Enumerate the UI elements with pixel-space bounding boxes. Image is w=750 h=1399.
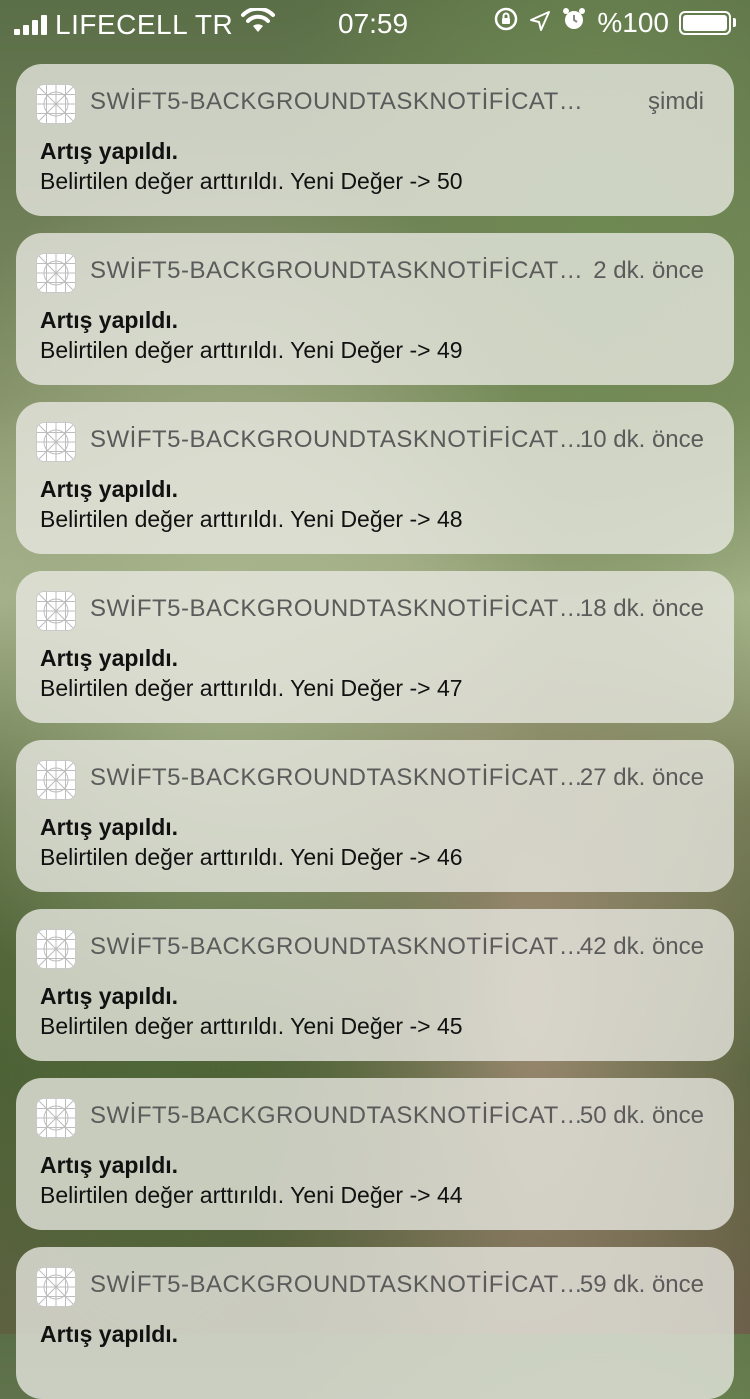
carrier-label: LIFECELL TR bbox=[55, 8, 234, 40]
rotation-lock-icon bbox=[493, 6, 519, 39]
notification-app-name: SWİFT5-BACKGROUNDTASKNOTİFİCATİ... bbox=[90, 764, 586, 791]
notification-time: şimdi bbox=[647, 88, 704, 115]
app-icon bbox=[36, 84, 76, 124]
notification-title: Artış yapıldı. bbox=[40, 476, 179, 502]
notification-body: Belirtilen değer arttırıldı. Yeni Değer … bbox=[40, 168, 463, 194]
alarm-icon bbox=[561, 6, 587, 39]
notification-app-name: SWİFT5-BACKGROUNDTASKNOTİFİCATİ... bbox=[90, 1271, 586, 1298]
notification-time: 42 dk. önce bbox=[579, 933, 704, 960]
app-icon bbox=[36, 929, 76, 969]
notification-card[interactable]: SWİFT5-BACKGROUNDTASKNOTİFİCATİ... 27 dk… bbox=[16, 740, 734, 892]
wifi-icon bbox=[241, 6, 276, 41]
app-icon bbox=[36, 253, 76, 293]
app-icon bbox=[36, 1267, 76, 1307]
notification-card[interactable]: SWİFT5-BACKGROUNDTASKNOTİFİCATİ... 50 dk… bbox=[16, 1078, 734, 1230]
notification-app-name: SWİFT5-BACKGROUNDTASKNOTİFİCATİ... bbox=[90, 595, 586, 622]
notification-title: Artış yapıldı. bbox=[40, 645, 179, 671]
notification-time: 10 dk. önce bbox=[579, 426, 704, 453]
notification-app-name: SWİFT5-BACKGROUNDTASKNOTİFİCATİON bbox=[90, 88, 586, 115]
app-icon bbox=[36, 760, 76, 800]
notification-title: Artış yapıldı. bbox=[40, 138, 179, 164]
notification-card[interactable]: SWİFT5-BACKGROUNDTASKNOTİFİCATİ... 59 dk… bbox=[16, 1247, 734, 1399]
app-icon bbox=[36, 422, 76, 462]
notification-time: 27 dk. önce bbox=[579, 764, 704, 791]
location-icon bbox=[529, 7, 551, 39]
notification-time: 2 dk. önce bbox=[593, 257, 704, 284]
notification-app-name: SWİFT5-BACKGROUNDTASKNOTİFİCATİON bbox=[90, 257, 586, 284]
status-bar-right: %100 bbox=[493, 6, 736, 39]
notification-time: 18 dk. önce bbox=[579, 595, 704, 622]
notification-title: Artış yapıldı. bbox=[40, 983, 179, 1009]
notification-card[interactable]: SWİFT5-BACKGROUNDTASKNOTİFİCATİ... 18 dk… bbox=[16, 571, 734, 723]
notification-body: Belirtilen değer arttırıldı. Yeni Değer … bbox=[40, 844, 463, 870]
app-icon bbox=[36, 591, 76, 631]
notification-body: Belirtilen değer arttırıldı. Yeni Değer … bbox=[40, 506, 463, 532]
notification-title: Artış yapıldı. bbox=[40, 1152, 179, 1178]
notification-card[interactable]: SWİFT5-BACKGROUNDTASKNOTİFİCATİ... 10 dk… bbox=[16, 402, 734, 554]
notification-body: Belirtilen değer arttırıldı. Yeni Değer … bbox=[40, 337, 463, 363]
notification-body: Belirtilen değer arttırıldı. Yeni Değer … bbox=[40, 1182, 463, 1208]
status-bar-left: LIFECELL TR bbox=[14, 6, 276, 41]
notification-title: Artış yapıldı. bbox=[40, 814, 179, 840]
clock: 07:59 bbox=[338, 8, 409, 39]
battery-percent: %100 bbox=[597, 6, 669, 38]
status-bar: LIFECELL TR 07:59 %100 bbox=[0, 0, 750, 48]
notification-app-name: SWİFT5-BACKGROUNDTASKNOTİFİCATİ... bbox=[90, 426, 586, 453]
notification-time: 59 dk. önce bbox=[579, 1271, 704, 1298]
notification-card[interactable]: SWİFT5-BACKGROUNDTASKNOTİFİCATİON şimdi … bbox=[16, 64, 734, 216]
notification-time: 50 dk. önce bbox=[579, 1102, 704, 1129]
notification-app-name: SWİFT5-BACKGROUNDTASKNOTİFİCATİ... bbox=[90, 1102, 586, 1129]
notification-title: Artış yapıldı. bbox=[40, 1321, 179, 1347]
notification-title: Artış yapıldı. bbox=[40, 307, 179, 333]
notification-body: Belirtilen değer arttırıldı. Yeni Değer … bbox=[40, 1013, 463, 1039]
notification-app-name: SWİFT5-BACKGROUNDTASKNOTİFİCATİ... bbox=[90, 933, 586, 960]
notification-body: Belirtilen değer arttırıldı. Yeni Değer … bbox=[40, 675, 463, 701]
notification-card[interactable]: SWİFT5-BACKGROUNDTASKNOTİFİCATİ... 42 dk… bbox=[16, 909, 734, 1061]
battery-icon bbox=[679, 10, 736, 35]
signal-icon bbox=[14, 14, 47, 35]
notification-card[interactable]: SWİFT5-BACKGROUNDTASKNOTİFİCATİON 2 dk. … bbox=[16, 233, 734, 385]
app-icon bbox=[36, 1098, 76, 1138]
